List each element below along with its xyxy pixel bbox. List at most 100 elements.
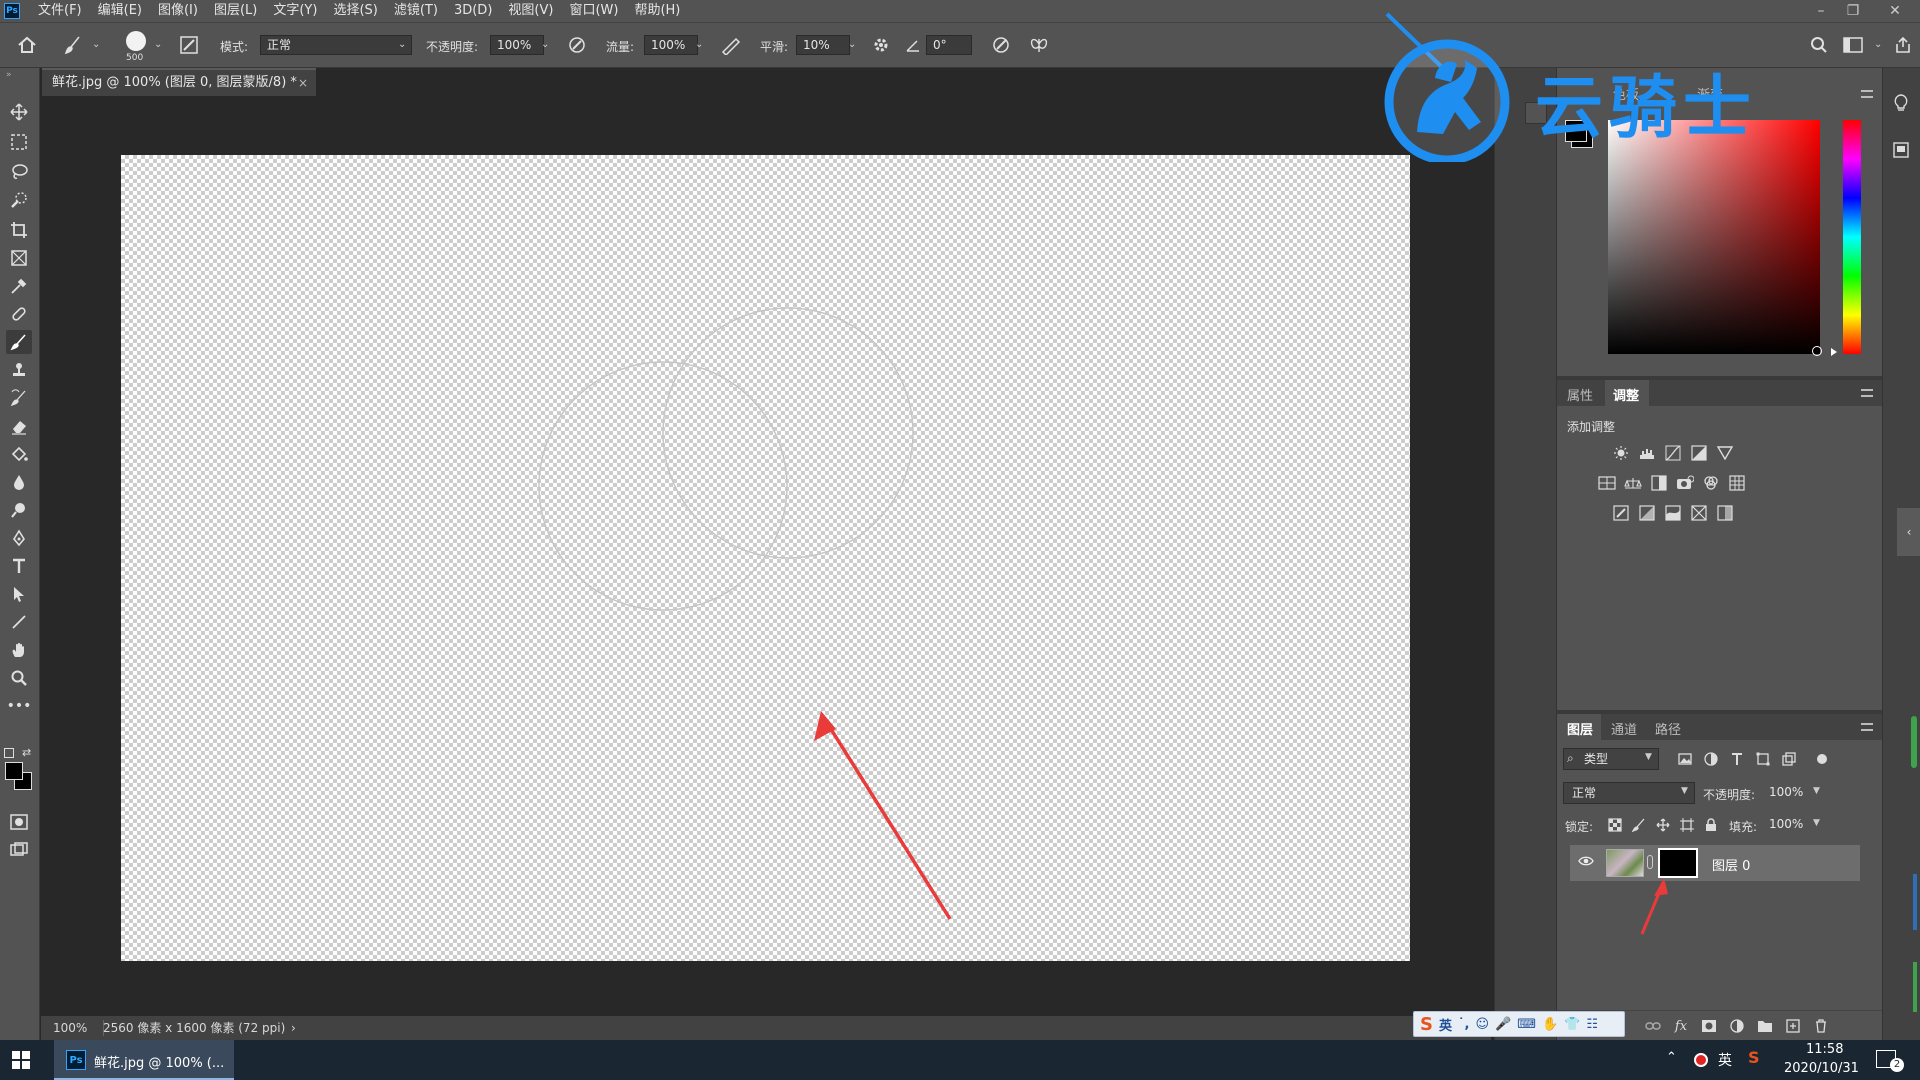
restore-button[interactable]: ❐ [1838,0,1868,22]
ime-voice-icon[interactable]: 🎤 [1493,1017,1513,1032]
learn-lightbulb-icon[interactable] [1893,94,1909,115]
brush-angle-input[interactable]: 0° [926,35,972,55]
tab-properties[interactable]: 属性 [1567,385,1593,404]
new-layer-icon[interactable] [1783,1017,1803,1035]
filter-smart-object-icon[interactable] [1779,750,1799,768]
foreground-color-swatch[interactable] [5,762,23,780]
layer-name[interactable]: 图层 0 [1712,855,1750,874]
smoothing-settings-gear-icon[interactable] [870,34,892,56]
quick-selection-tool-icon[interactable] [6,188,32,212]
crop-tool-icon[interactable] [6,218,32,242]
path-selection-tool-icon[interactable] [6,582,32,606]
ime-language-toggle[interactable]: 英 [1437,1015,1454,1034]
brush-tool-icon[interactable] [6,330,32,354]
brush-preset-chevron-icon[interactable]: ⌄ [92,39,100,50]
hue-slider-handle[interactable] [1831,348,1837,356]
lock-transparent-pixels-icon[interactable] [1605,816,1625,834]
clone-stamp-tool-icon[interactable] [6,358,32,382]
taskbar-clock-date[interactable]: 2020/10/31 [1784,1061,1859,1076]
windows-start-icon[interactable] [12,1051,30,1072]
sogou-logo-icon[interactable]: S [1418,1014,1435,1035]
layer-blend-mode-select[interactable]: 正常 [1563,782,1695,804]
tray-record-icon[interactable] [1694,1053,1708,1067]
tab-channels[interactable]: 通道 [1611,719,1637,738]
share-icon[interactable] [1892,34,1914,56]
scroll-indicator-blue[interactable] [1913,874,1917,930]
layers-menu-icon[interactable] [1861,723,1873,731]
threshold-icon[interactable] [1663,504,1683,522]
color-lookup-icon[interactable] [1727,474,1747,492]
filter-shape-layer-icon[interactable] [1753,750,1773,768]
ime-keyboard-icon[interactable]: ⌨ [1515,1017,1538,1032]
workspace-layout-icon[interactable] [1842,34,1864,56]
delete-layer-trash-icon[interactable] [1811,1017,1831,1035]
color-saturation-field[interactable] [1608,120,1820,354]
paint-bucket-tool-icon[interactable] [6,442,32,466]
tab-layers[interactable]: 图层 [1567,719,1593,738]
scroll-indicator-green-2[interactable] [1913,962,1917,1012]
tab-paths[interactable]: 路径 [1655,719,1681,738]
smoothing-chevron-icon[interactable]: ⌄ [848,39,856,50]
exposure-icon[interactable] [1689,444,1709,462]
zoom-level[interactable]: 100% [53,1016,87,1040]
default-colors-icon[interactable] [4,748,14,758]
brush-settings-panel-icon[interactable] [178,34,200,56]
zoom-tool-icon[interactable] [6,666,32,690]
menu-file[interactable]: 文件(F) [30,0,90,22]
dodge-tool-icon[interactable] [6,498,32,522]
filter-type-layer-icon[interactable] [1727,750,1747,768]
lasso-tool-icon[interactable] [6,160,32,184]
type-tool-icon[interactable] [6,554,32,578]
gradient-map-icon[interactable] [1715,504,1735,522]
workspace-chevron-icon[interactable]: ⌄ [1874,39,1882,50]
smoothing-input[interactable]: 10% [796,35,850,55]
menu-window[interactable]: 窗口(W) [561,0,626,22]
lock-artboard-icon[interactable] [1677,816,1697,834]
frame-tool-icon[interactable] [6,246,32,270]
lock-image-pixels-icon[interactable] [1629,816,1649,834]
history-panel-icon[interactable] [1525,102,1547,124]
tab-adjustments[interactable]: 调整 [1613,385,1639,404]
layer-opacity-chevron-icon[interactable]: ▼ [1813,786,1820,796]
ime-emoji-icon[interactable]: ☺ [1473,1017,1491,1032]
search-icon[interactable] [1808,34,1830,56]
eyedropper-tool-icon[interactable] [6,274,32,298]
marquee-tool-icon[interactable] [6,130,32,154]
layer-fill-input[interactable]: 100% [1767,814,1811,836]
symmetry-butterfly-icon[interactable] [1028,34,1050,56]
pressure-opacity-icon[interactable] [566,34,588,56]
opacity-chevron-icon[interactable]: ⌄ [541,39,549,50]
hue-saturation-icon[interactable] [1597,474,1617,492]
channel-mixer-icon[interactable] [1701,474,1721,492]
libraries-icon[interactable] [1893,142,1909,161]
pressure-size-icon[interactable] [990,34,1012,56]
layer-fill-chevron-icon[interactable]: ▼ [1813,818,1820,828]
move-tool-icon[interactable] [6,100,32,124]
brush-preset-icon[interactable] [62,34,84,56]
screen-mode-icon[interactable] [6,838,32,862]
close-window-button[interactable]: ✕ [1880,0,1910,22]
layer-visibility-eye-icon[interactable] [1578,855,1594,870]
menu-3d[interactable]: 3D(D) [446,0,500,22]
adjustments-menu-icon[interactable] [1861,389,1873,397]
brightness-contrast-icon[interactable] [1611,444,1631,462]
posterize-icon[interactable] [1637,504,1657,522]
quick-mask-icon[interactable] [6,810,32,834]
document-tab[interactable]: 鲜花.jpg @ 100% (图层 0, 图层蒙版/8) * × [42,68,316,96]
menu-select[interactable]: 选择(S) [325,0,385,22]
airbrush-icon[interactable] [720,34,742,56]
layer-style-fx-icon[interactable]: fx [1671,1017,1691,1035]
filter-toggle-icon[interactable] [1817,754,1827,764]
swap-colors-icon[interactable]: ⇄ [22,746,31,759]
line-tool-icon[interactable] [6,610,32,634]
menu-help[interactable]: 帮助(H) [626,0,688,22]
layer-row[interactable]: 图层 0 [1570,845,1860,881]
blur-tool-icon[interactable] [6,470,32,494]
menu-image[interactable]: 图像(I) [150,0,206,22]
layer-mask-link-chain-icon[interactable] [1647,855,1653,869]
taskbar-clock-time[interactable]: 11:58 [1806,1042,1843,1057]
tab-swatches[interactable]: 色板 [1613,84,1639,103]
ime-skin-icon[interactable]: 👕 [1562,1017,1582,1032]
lock-all-icon[interactable] [1701,816,1721,834]
document-tab-close-icon[interactable]: × [298,70,308,96]
